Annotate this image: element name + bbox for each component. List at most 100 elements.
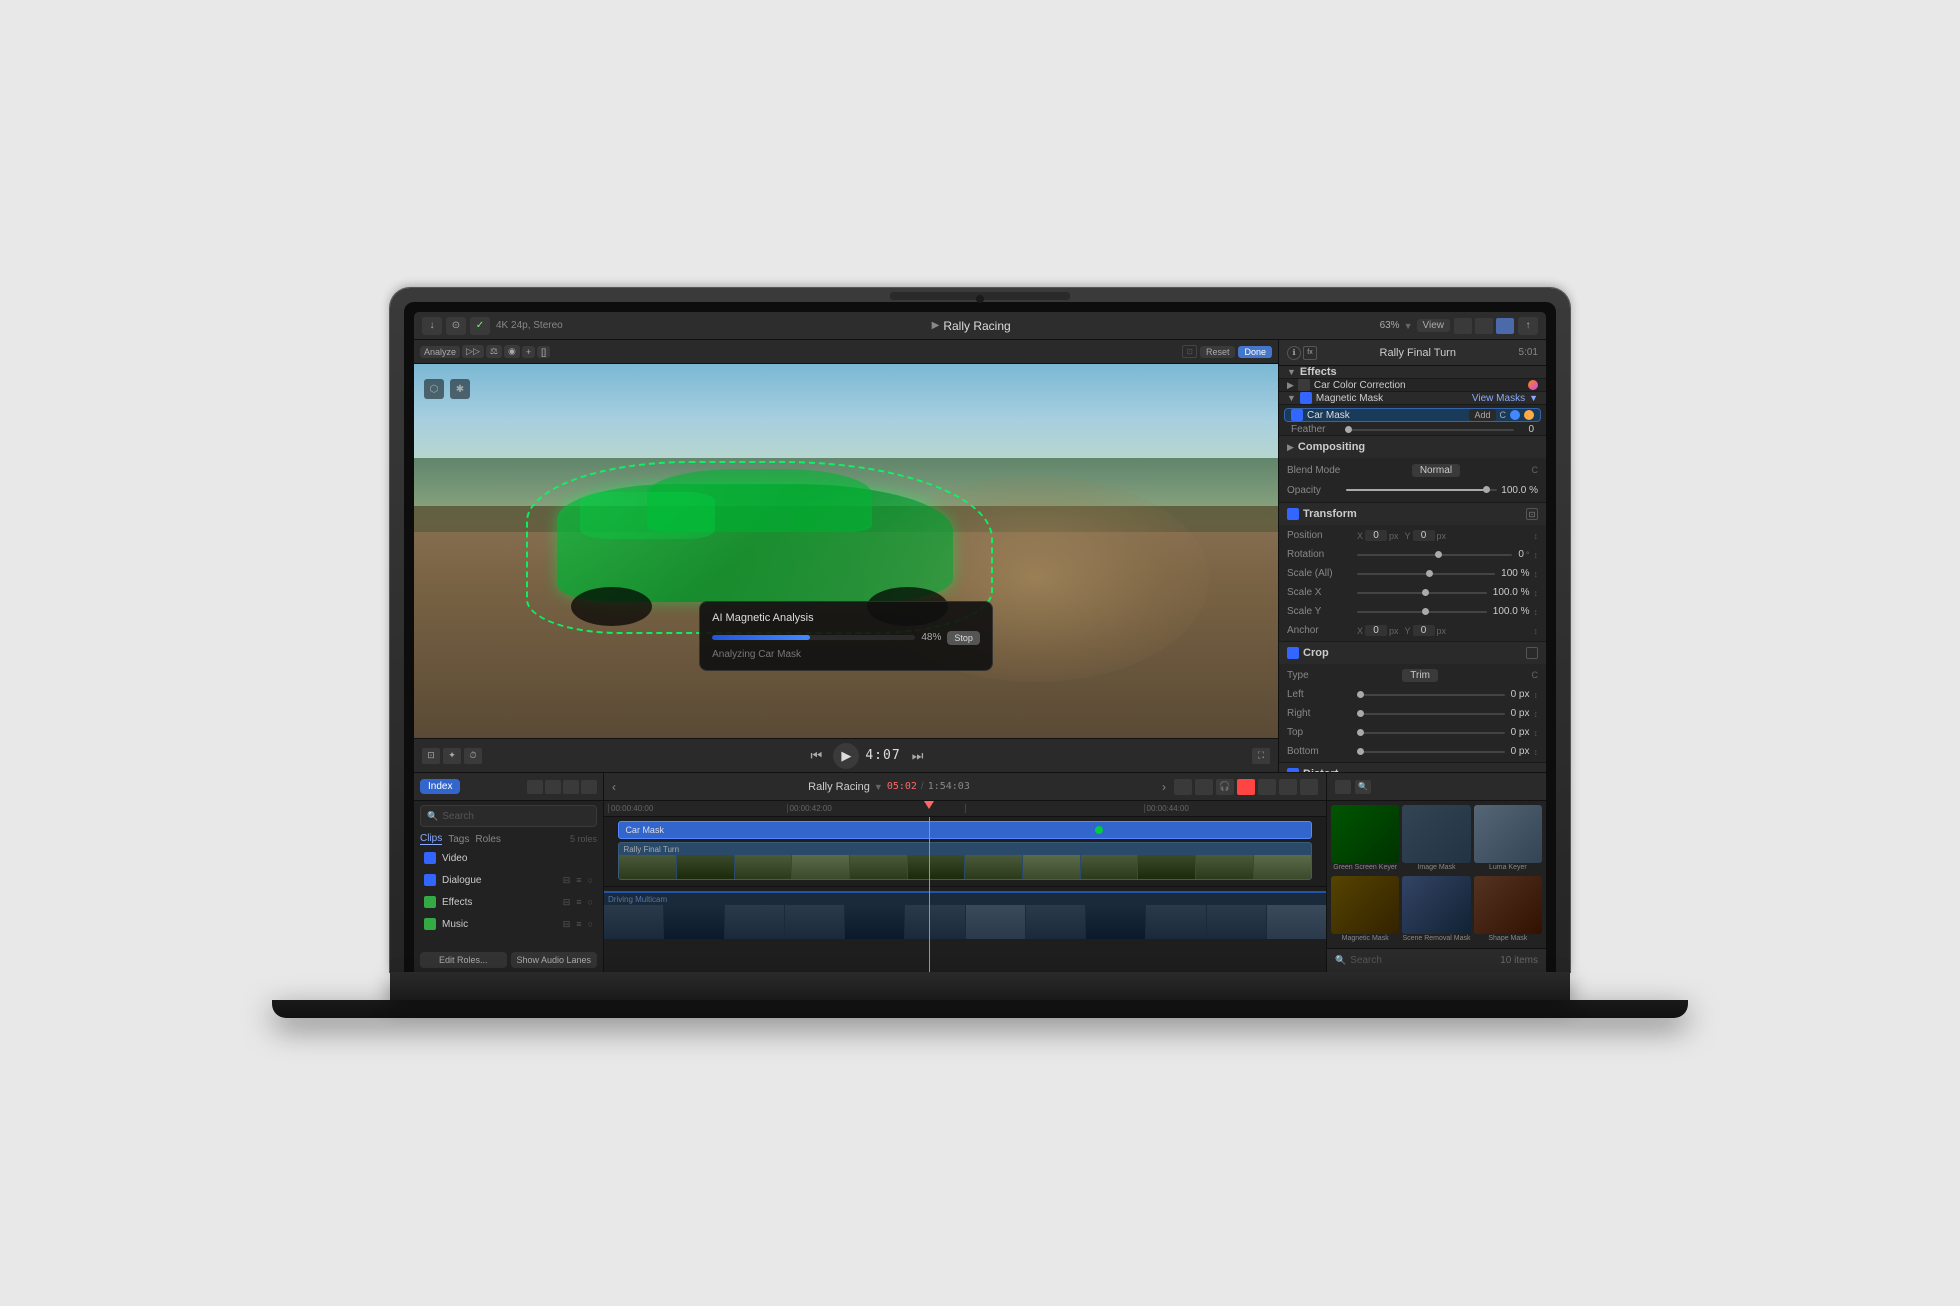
layout-btn-1[interactable]	[1454, 318, 1472, 334]
add-button[interactable]: Add	[1469, 409, 1495, 421]
info-icon[interactable]: ℹ	[1287, 346, 1301, 360]
video-role-label: Video	[442, 853, 593, 864]
index-menu-btn[interactable]	[563, 780, 579, 794]
rally-clip[interactable]: Rally Final Turn	[618, 842, 1311, 880]
crop-checkbox[interactable]	[1287, 647, 1299, 659]
crop-bottom-row: Bottom 0 px ↕	[1279, 742, 1546, 761]
blend-mode-value[interactable]: Normal	[1412, 464, 1460, 477]
crop-btn[interactable]: ⊡	[422, 748, 440, 764]
anchor-y[interactable]: 0	[1413, 625, 1435, 636]
clips-tabs: Clips Tags Roles 5 roles	[414, 831, 603, 847]
transform-header[interactable]: Transform ⊡	[1279, 503, 1546, 525]
analysis-overlay: AI Magnetic Analysis 48% Stop Analyzing	[699, 601, 993, 671]
done-button[interactable]: Done	[1238, 346, 1272, 358]
plus-btn[interactable]: +	[522, 346, 535, 358]
analysis-title: AI Magnetic Analysis	[712, 612, 980, 624]
index-list-btn[interactable]	[545, 780, 561, 794]
export-button[interactable]: ↑	[1518, 317, 1538, 335]
play-button[interactable]: ▶	[833, 743, 859, 769]
analyze-btn[interactable]: Analyze	[420, 346, 460, 358]
crop-header[interactable]: Crop	[1279, 642, 1546, 664]
car-color-row[interactable]: ▶ Car Color Correction	[1279, 379, 1546, 392]
reset-button[interactable]: Reset	[1200, 346, 1236, 358]
driving-clip[interactable]: Driving Multicam	[604, 891, 1326, 939]
stop-button[interactable]: Stop	[947, 631, 980, 645]
timeline-btn-4[interactable]	[1258, 779, 1276, 795]
car-mask-checkbox[interactable]	[1291, 409, 1303, 421]
effects-bottom-search[interactable]: 🔍 Search 10 items	[1327, 948, 1546, 972]
crop-type-value[interactable]: Trim	[1402, 669, 1438, 682]
mask-tool-1[interactable]: ⬡	[424, 379, 444, 399]
transform-btn[interactable]: ✦	[443, 748, 461, 764]
media-button[interactable]: ⊙	[446, 317, 466, 335]
video-checkbox[interactable]	[424, 852, 436, 864]
distort-header[interactable]: Distort	[1279, 763, 1546, 772]
timeline-nav-fwd[interactable]: ›	[1162, 780, 1166, 794]
color-checkbox[interactable]	[1298, 379, 1310, 391]
timeline-nav-back[interactable]: ‹	[612, 780, 616, 794]
scene-removal-bottom[interactable]: Scene Removal Mask	[1402, 876, 1470, 944]
music-checkbox[interactable]	[424, 918, 436, 930]
car-mask-clip-label: Car Mask	[625, 825, 664, 835]
crop-expand[interactable]	[1526, 647, 1538, 659]
effects-search-btn[interactable]: 🔍	[1355, 780, 1371, 794]
headphone-btn[interactable]: 🎧	[1216, 779, 1234, 795]
car-mask-row[interactable]: Car Mask Add C	[1284, 408, 1541, 422]
timeline-btn-5[interactable]	[1279, 779, 1297, 795]
feather-row: Feather 0	[1279, 424, 1546, 436]
skip-back-button[interactable]: ⏮	[805, 745, 827, 767]
preview-toolbar: Analyze ▷▷ ⚖ ◉ + [] ⊡ Reset	[414, 340, 1278, 364]
anchor-x[interactable]: 0	[1365, 625, 1387, 636]
position-y-val[interactable]: 0	[1413, 530, 1435, 541]
index-grid-btn[interactable]	[527, 780, 543, 794]
balance-btn[interactable]: ⚖	[486, 345, 502, 358]
magnetic-bottom[interactable]: Magnetic Mask	[1331, 876, 1399, 944]
search-placeholder: Search	[442, 811, 474, 822]
import-button[interactable]: ↓	[422, 317, 442, 335]
timecode: 4:07	[865, 748, 900, 763]
shape-mask-bottom[interactable]: Shape Mask	[1474, 876, 1542, 944]
timeline-btn-2[interactable]	[1195, 779, 1213, 795]
index-tab[interactable]: Index	[420, 779, 460, 794]
mask-tool-2[interactable]: ✱	[450, 379, 470, 399]
layout-btn-2[interactable]	[1475, 318, 1493, 334]
skip-forward-button[interactable]: ⏭	[907, 745, 929, 767]
magnetic-mask-header[interactable]: ▼ Magnetic Mask View Masks ▼	[1279, 392, 1546, 405]
search-field[interactable]: 🔍 Search	[420, 805, 597, 827]
fx-icon[interactable]: fx	[1303, 346, 1317, 360]
position-x-val[interactable]: 0	[1365, 530, 1387, 541]
car-mask-clip[interactable]: Car Mask	[618, 821, 1311, 839]
view-button[interactable]: View	[1417, 319, 1451, 332]
timeline-btn-1[interactable]	[1174, 779, 1192, 795]
fullscreen-button[interactable]: ⛶	[1252, 748, 1270, 764]
transform-checkbox[interactable]	[1287, 508, 1299, 520]
track-2: Driving Multicam	[604, 887, 1326, 945]
timeline-tracks: Car Mask Rally Final Turn	[604, 817, 1326, 972]
roles-tab[interactable]: Roles	[475, 834, 501, 845]
edit-roles-button[interactable]: Edit Roles...	[420, 952, 507, 968]
effects-checkbox[interactable]	[424, 896, 436, 908]
speedometer-btn[interactable]: ⏱	[464, 748, 482, 764]
layout-btn-3[interactable]	[1496, 318, 1514, 334]
tags-tab[interactable]: Tags	[448, 834, 469, 845]
show-audio-button[interactable]: Show Audio Lanes	[511, 952, 598, 968]
color-btn[interactable]: ◉	[504, 345, 520, 358]
timeline-btn-3[interactable]	[1237, 779, 1255, 795]
timeline-btn-6[interactable]	[1300, 779, 1318, 795]
effects-import-btn[interactable]	[1335, 780, 1351, 794]
clips-tab[interactable]: Clips	[420, 833, 442, 845]
luma-keyer-bottom[interactable]: Luma Keyer	[1474, 805, 1542, 873]
check-button[interactable]: ✓	[470, 317, 490, 335]
green-screen-bottom[interactable]: Green Screen Keyer	[1331, 805, 1399, 873]
magnetic-checkbox[interactable]	[1300, 392, 1312, 404]
image-mask-bottom[interactable]: Image Mask	[1402, 805, 1470, 873]
transform-expand[interactable]: ⊡	[1526, 508, 1538, 520]
compositing-header[interactable]: ▶ Compositing	[1279, 436, 1546, 458]
dialogue-checkbox[interactable]	[424, 874, 436, 886]
direction-btn[interactable]: ▷▷	[462, 345, 484, 358]
view-masks-button[interactable]: View Masks	[1472, 393, 1525, 404]
index-filter-btn[interactable]	[581, 780, 597, 794]
crop-section: Crop Type Trim C	[1279, 642, 1546, 763]
bracket-btn[interactable]: []	[537, 346, 550, 358]
roles-count: 5 roles	[570, 834, 597, 844]
